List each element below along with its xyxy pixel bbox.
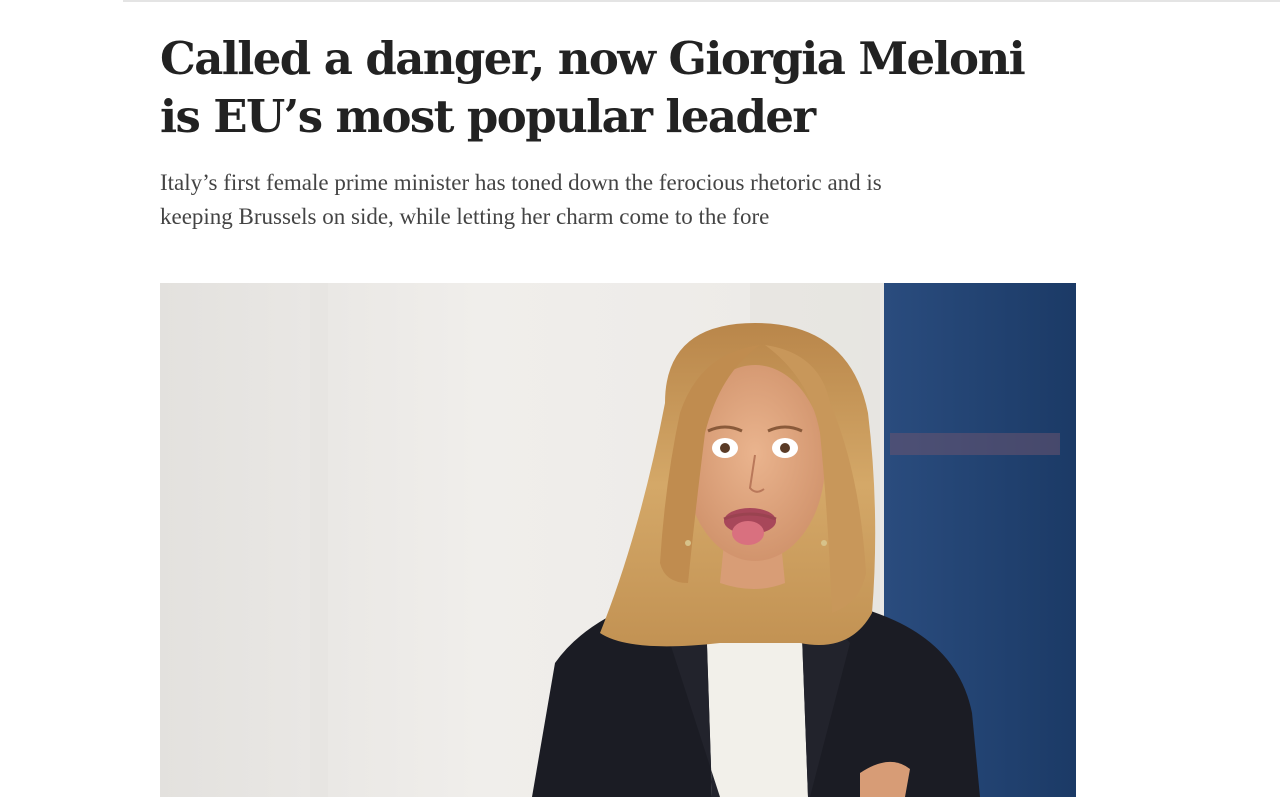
tongue — [732, 521, 764, 545]
standfirst-line-2: keeping Brussels on side, while letting … — [160, 204, 770, 229]
article-headline[interactable]: Called a danger, now Giorgia Meloni is E… — [160, 30, 1120, 146]
headline-line-1: Called a danger, now Giorgia Meloni — [160, 32, 1026, 85]
top-divider — [123, 0, 1280, 2]
standfirst-line-1: Italy’s first female prime minister has … — [160, 170, 882, 195]
hero-photo — [160, 283, 1076, 797]
headline-line-2: is EU’s most popular leader — [160, 90, 816, 143]
article-standfirst: Italy’s first female prime minister has … — [160, 166, 1040, 234]
hero-image[interactable] — [160, 283, 1076, 797]
